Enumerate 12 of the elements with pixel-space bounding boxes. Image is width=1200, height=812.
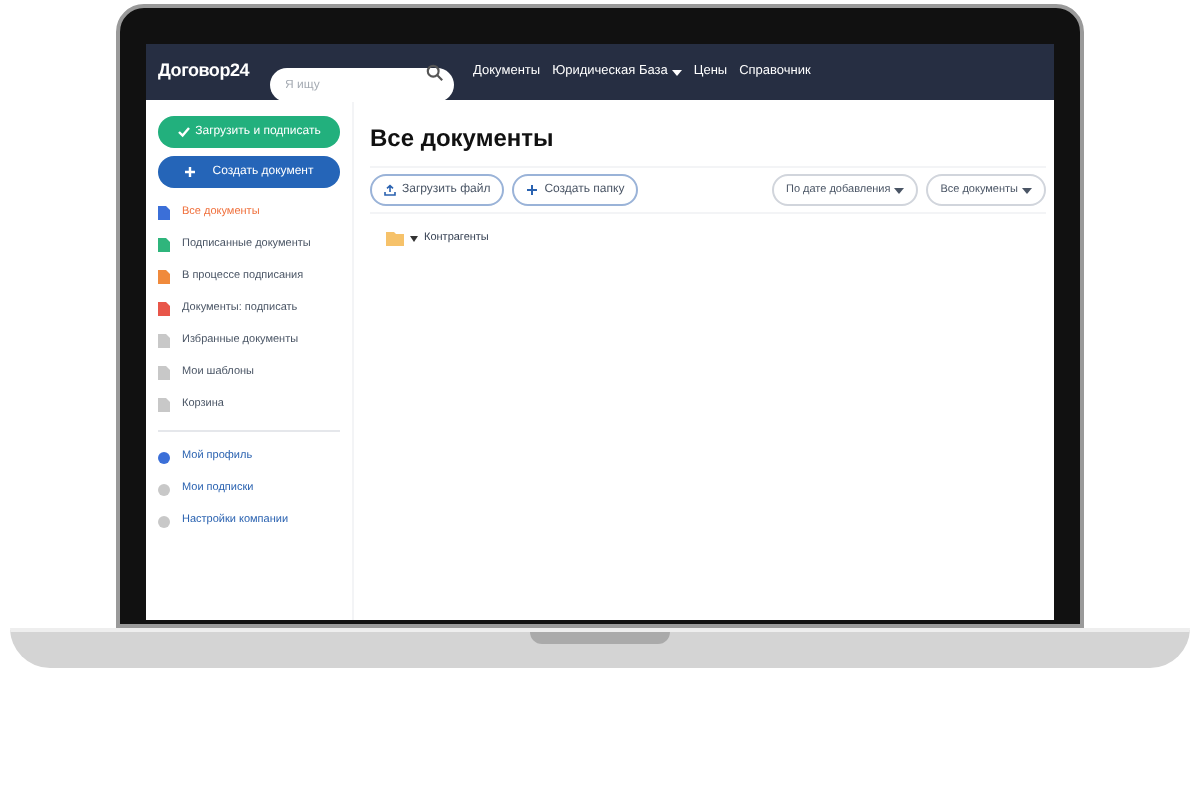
- caret-icon: [894, 187, 905, 193]
- search-icon[interactable]: [425, 63, 444, 81]
- plus-icon: [184, 166, 197, 178]
- upload-icon: [384, 184, 396, 196]
- caret-icon: [410, 235, 418, 242]
- check-icon: [177, 126, 190, 138]
- folder-icon: [386, 231, 404, 246]
- laptop-notch: [530, 632, 670, 644]
- page-title: Все документы: [370, 122, 556, 156]
- plus-icon: [526, 184, 539, 196]
- logo[interactable]: Договор24: [158, 58, 250, 86]
- caret-icon: [1022, 187, 1032, 193]
